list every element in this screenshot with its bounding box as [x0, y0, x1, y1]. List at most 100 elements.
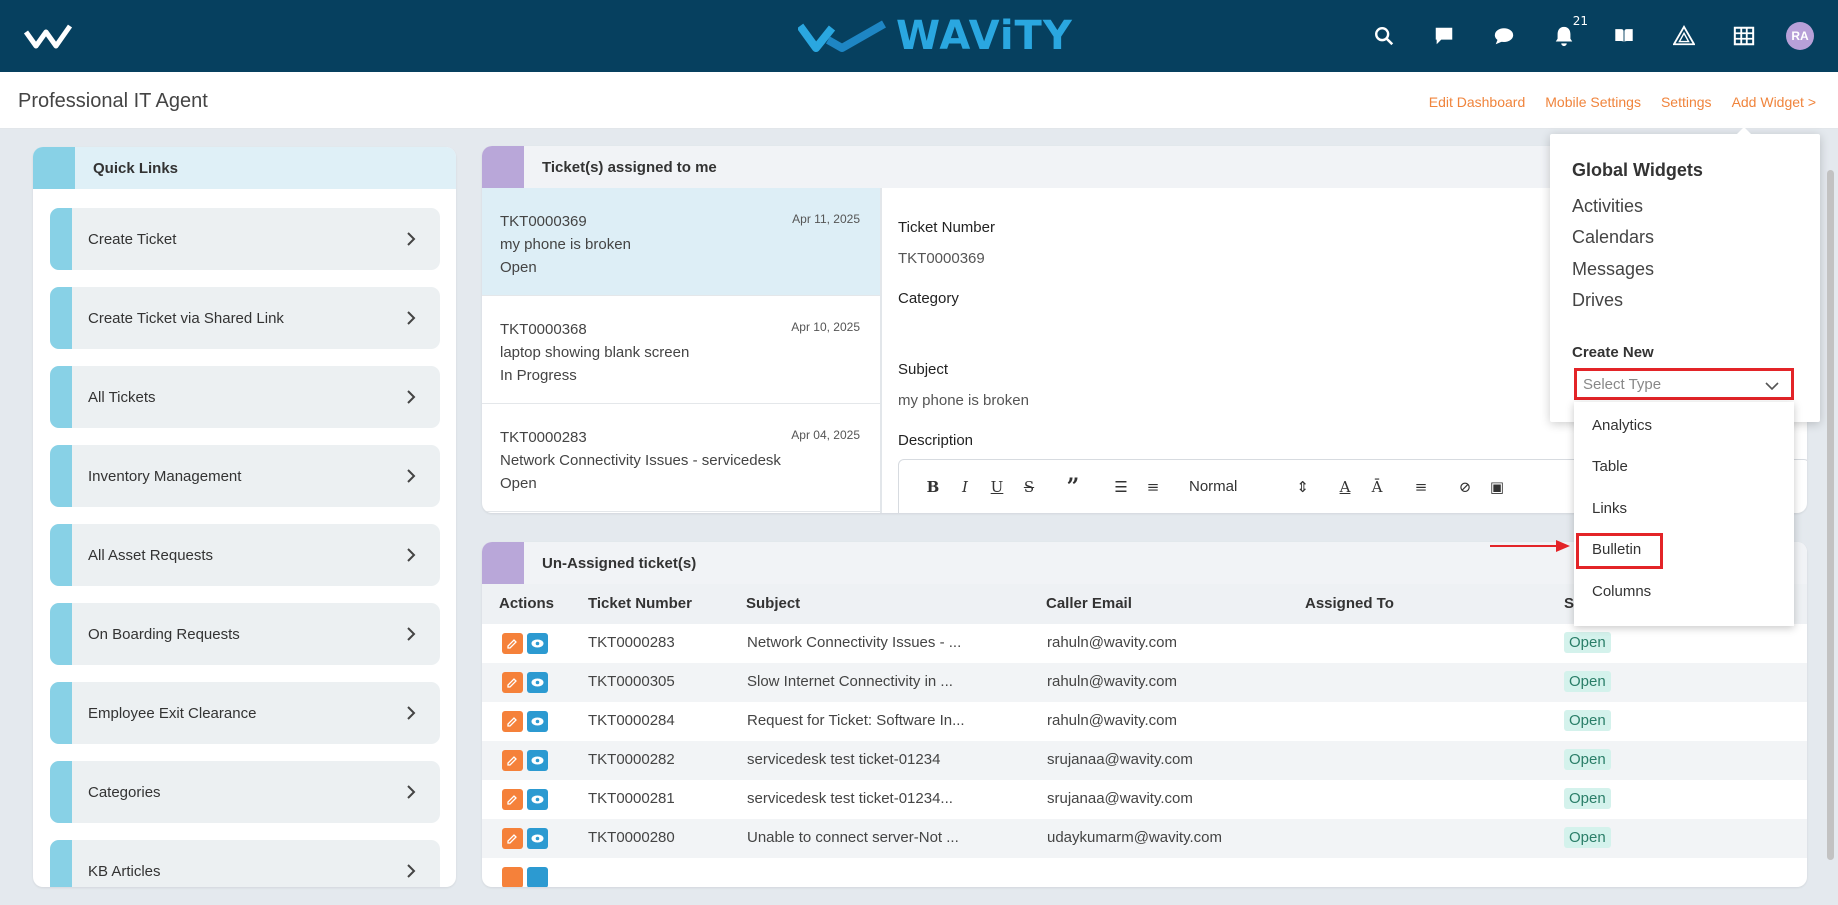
ticket-list-item[interactable]: TKT0000368 laptop showing blank screen I…: [482, 296, 880, 404]
subject-label: Subject: [898, 361, 949, 378]
quick-link-accent: [50, 366, 72, 428]
view-icon[interactable]: [527, 750, 548, 771]
table-row[interactable]: TKT0000280 Unable to connect server-Not …: [482, 819, 1807, 858]
view-icon[interactable]: [527, 828, 548, 849]
scrollbar-thumb[interactable]: [1827, 170, 1834, 860]
chat-square-icon[interactable]: [1426, 18, 1462, 54]
table-row[interactable]: TKT0000283 Network Connectivity Issues -…: [482, 624, 1807, 663]
search-icon[interactable]: [1366, 18, 1402, 54]
quick-link-kb-articles[interactable]: KB Articles: [50, 840, 440, 887]
quick-link-exit-clearance[interactable]: Employee Exit Clearance: [50, 682, 440, 744]
option-table[interactable]: Table: [1592, 458, 1628, 475]
unassigned-tickets-title: Un-Assigned ticket(s): [542, 554, 697, 572]
option-links[interactable]: Links: [1592, 500, 1627, 517]
global-widget-calendars[interactable]: Calendars: [1572, 227, 1654, 248]
widget-accent: [33, 147, 75, 189]
quick-links-header: Quick Links: [33, 147, 456, 189]
text-style-select[interactable]: Normal ⇕: [1189, 478, 1309, 496]
brand-logo: WAViTY: [798, 13, 1073, 59]
view-icon[interactable]: [527, 867, 548, 887]
grid-icon[interactable]: [1726, 18, 1762, 54]
create-new-label: Create New: [1572, 344, 1654, 361]
edit-icon[interactable]: [502, 828, 523, 849]
option-columns[interactable]: Columns: [1592, 583, 1651, 600]
align-icon[interactable]: ≡: [1405, 478, 1437, 496]
status-badge: Open: [1564, 788, 1611, 809]
add-widget-link[interactable]: Add Widget >: [1732, 94, 1816, 110]
ticket-date: Apr 10, 2025: [791, 320, 860, 334]
blockquote-icon[interactable]: ”: [1057, 474, 1089, 500]
quick-link-create-ticket[interactable]: Create Ticket: [50, 208, 440, 270]
quick-link-all-tickets[interactable]: All Tickets: [50, 366, 440, 428]
quick-link-asset-requests[interactable]: All Asset Requests: [50, 524, 440, 586]
cell-caller-email: rahuln@wavity.com: [1047, 673, 1177, 690]
edit-icon[interactable]: [502, 867, 523, 887]
underline-icon[interactable]: U: [981, 478, 1013, 496]
global-widget-drives[interactable]: Drives: [1572, 290, 1623, 311]
image-icon[interactable]: ▣: [1481, 478, 1513, 496]
chat-bubble-icon[interactable]: [1486, 18, 1522, 54]
cell-subject: Slow Internet Connectivity in ...: [747, 673, 953, 690]
table-row[interactable]: TKT0000284 Request for Ticket: Software …: [482, 702, 1807, 741]
book-icon[interactable]: [1606, 18, 1642, 54]
cell-caller-email: srujanaa@wavity.com: [1047, 790, 1193, 807]
table-row[interactable]: TKT0000282 servicedesk test ticket-01234…: [482, 741, 1807, 780]
settings-link[interactable]: Settings: [1661, 94, 1712, 110]
wavity-small-logo[interactable]: [24, 22, 72, 50]
editor-toolbar: B I U S ” ☰ ≡ Normal ⇕ A Ā ≡ ⊘ ▣: [917, 474, 1513, 500]
updown-icon: ⇕: [1296, 479, 1309, 496]
global-widget-messages[interactable]: Messages: [1572, 259, 1654, 280]
global-widget-activities[interactable]: Activities: [1572, 196, 1643, 217]
view-icon[interactable]: [527, 672, 548, 693]
cell-ticket-number: TKT0000284: [588, 712, 675, 729]
option-bulletin[interactable]: Bulletin: [1592, 541, 1641, 558]
bell-icon[interactable]: 21: [1546, 14, 1588, 54]
quick-link-categories[interactable]: Categories: [50, 761, 440, 823]
edit-icon[interactable]: [502, 711, 523, 732]
table-row[interactable]: TKT0000305 Slow Internet Connectivity in…: [482, 663, 1807, 702]
quick-link-onboarding[interactable]: On Boarding Requests: [50, 603, 440, 665]
edit-icon[interactable]: [502, 789, 523, 810]
triangle-icon[interactable]: [1666, 18, 1702, 54]
cell-subject: Network Connectivity Issues - ...: [747, 634, 962, 651]
view-icon[interactable]: [527, 633, 548, 654]
ordered-list-icon[interactable]: ☰: [1105, 478, 1137, 496]
chevron-right-icon: [396, 466, 426, 486]
ticket-list-item[interactable]: TKT0000283 Network Connectivity Issues -…: [482, 404, 880, 512]
quick-link-accent: [50, 287, 72, 349]
cell-ticket-number: TKT0000281: [588, 790, 675, 807]
chevron-right-icon: [396, 782, 426, 802]
text-color-icon[interactable]: A: [1329, 478, 1361, 496]
edit-dashboard-link[interactable]: Edit Dashboard: [1429, 94, 1526, 110]
dashboard-header: Professional IT Agent Edit Dashboard Mob…: [0, 72, 1838, 129]
table-row-partial: [482, 858, 1807, 887]
bold-icon[interactable]: B: [917, 478, 949, 496]
bullet-list-icon[interactable]: ≡: [1137, 478, 1169, 496]
dashboard-actions: Edit Dashboard Mobile Settings Settings …: [1429, 94, 1816, 110]
strikethrough-icon[interactable]: S: [1013, 478, 1045, 496]
view-icon[interactable]: [527, 711, 548, 732]
cell-caller-email: rahuln@wavity.com: [1047, 634, 1177, 651]
edit-icon[interactable]: [502, 633, 523, 654]
ticket-list-item[interactable]: TKT0000369 my phone is broken Open Apr 1…: [482, 188, 880, 296]
avatar[interactable]: RA: [1786, 22, 1814, 50]
quick-link-inventory[interactable]: Inventory Management: [50, 445, 440, 507]
table-row[interactable]: TKT0000281 servicedesk test ticket-01234…: [482, 780, 1807, 819]
ticket-subject: my phone is broken: [500, 236, 631, 253]
widget-accent: [482, 542, 524, 584]
mobile-settings-link[interactable]: Mobile Settings: [1545, 94, 1641, 110]
option-analytics[interactable]: Analytics: [1592, 417, 1652, 434]
cell-caller-email: rahuln@wavity.com: [1047, 712, 1177, 729]
background-color-icon[interactable]: Ā: [1361, 478, 1393, 496]
status-badge: Open: [1564, 827, 1611, 848]
quick-link-create-ticket-shared[interactable]: Create Ticket via Shared Link: [50, 287, 440, 349]
widget-type-select[interactable]: Select Type: [1574, 368, 1794, 400]
col-assigned-to: Assigned To: [1305, 595, 1394, 612]
chevron-right-icon: [396, 624, 426, 644]
edit-icon[interactable]: [502, 672, 523, 693]
page-scrollbar[interactable]: [1824, 160, 1836, 875]
link-icon[interactable]: ⊘: [1449, 478, 1481, 496]
view-icon[interactable]: [527, 789, 548, 810]
edit-icon[interactable]: [502, 750, 523, 771]
italic-icon[interactable]: I: [949, 478, 981, 496]
